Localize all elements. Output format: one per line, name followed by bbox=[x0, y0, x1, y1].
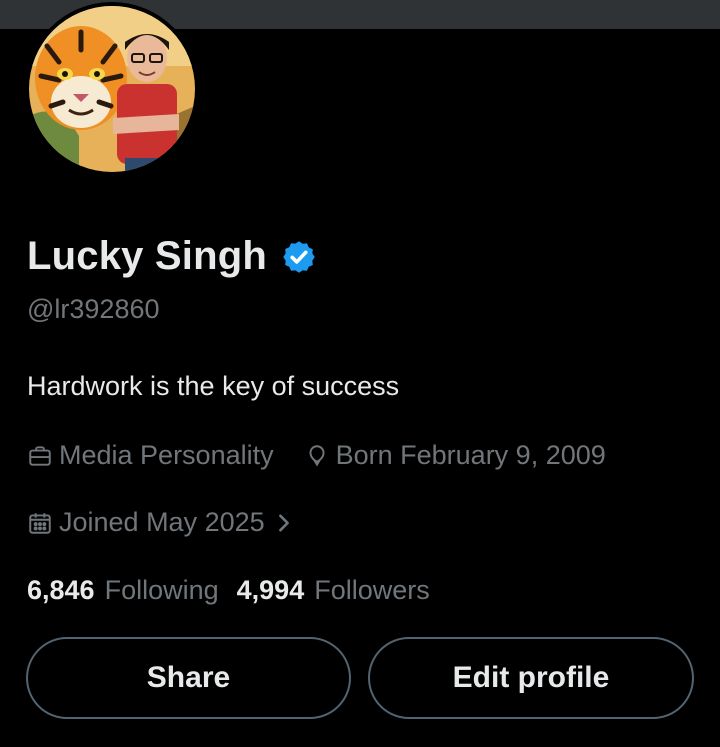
profile-name-row: Lucky Singh bbox=[27, 234, 317, 279]
calendar-icon bbox=[27, 510, 53, 536]
followers-count: 4,994 bbox=[236, 575, 305, 605]
verified-badge-icon[interactable] bbox=[281, 239, 317, 275]
followers-link[interactable]: 4,994 Followers bbox=[237, 575, 430, 606]
briefcase-icon bbox=[27, 443, 53, 469]
joined-row[interactable]: Joined May 2025 bbox=[27, 507, 293, 538]
avatar-image bbox=[29, 6, 195, 172]
profile-stats: 6,846 Following 4,994 Followers bbox=[27, 575, 430, 606]
chevron-right-icon bbox=[275, 511, 293, 535]
birthday-item: Born February 9, 2009 bbox=[304, 440, 606, 471]
birthday-label: Born February 9, 2009 bbox=[335, 440, 606, 470]
profile-name: Lucky Singh bbox=[27, 234, 268, 278]
following-link[interactable]: 6,846 Following bbox=[27, 575, 219, 606]
profile-handle: @lr392860 bbox=[27, 294, 160, 324]
category-item: Media Personality bbox=[27, 440, 274, 471]
profile-meta-row: Media Personality Born February 9, 2009 bbox=[27, 440, 606, 471]
following-count: 6,846 bbox=[27, 575, 95, 605]
following-label: Following bbox=[104, 575, 219, 605]
joined-label: Joined May 2025 bbox=[59, 507, 265, 537]
edit-profile-button[interactable]: Edit profile bbox=[368, 637, 694, 719]
profile-bio: Hardwork is the key of success bbox=[27, 371, 400, 401]
balloon-icon bbox=[304, 443, 330, 469]
followers-label: Followers bbox=[314, 575, 430, 605]
share-button[interactable]: Share bbox=[26, 637, 351, 719]
category-label: Media Personality bbox=[59, 440, 274, 470]
profile-avatar[interactable] bbox=[25, 2, 199, 176]
